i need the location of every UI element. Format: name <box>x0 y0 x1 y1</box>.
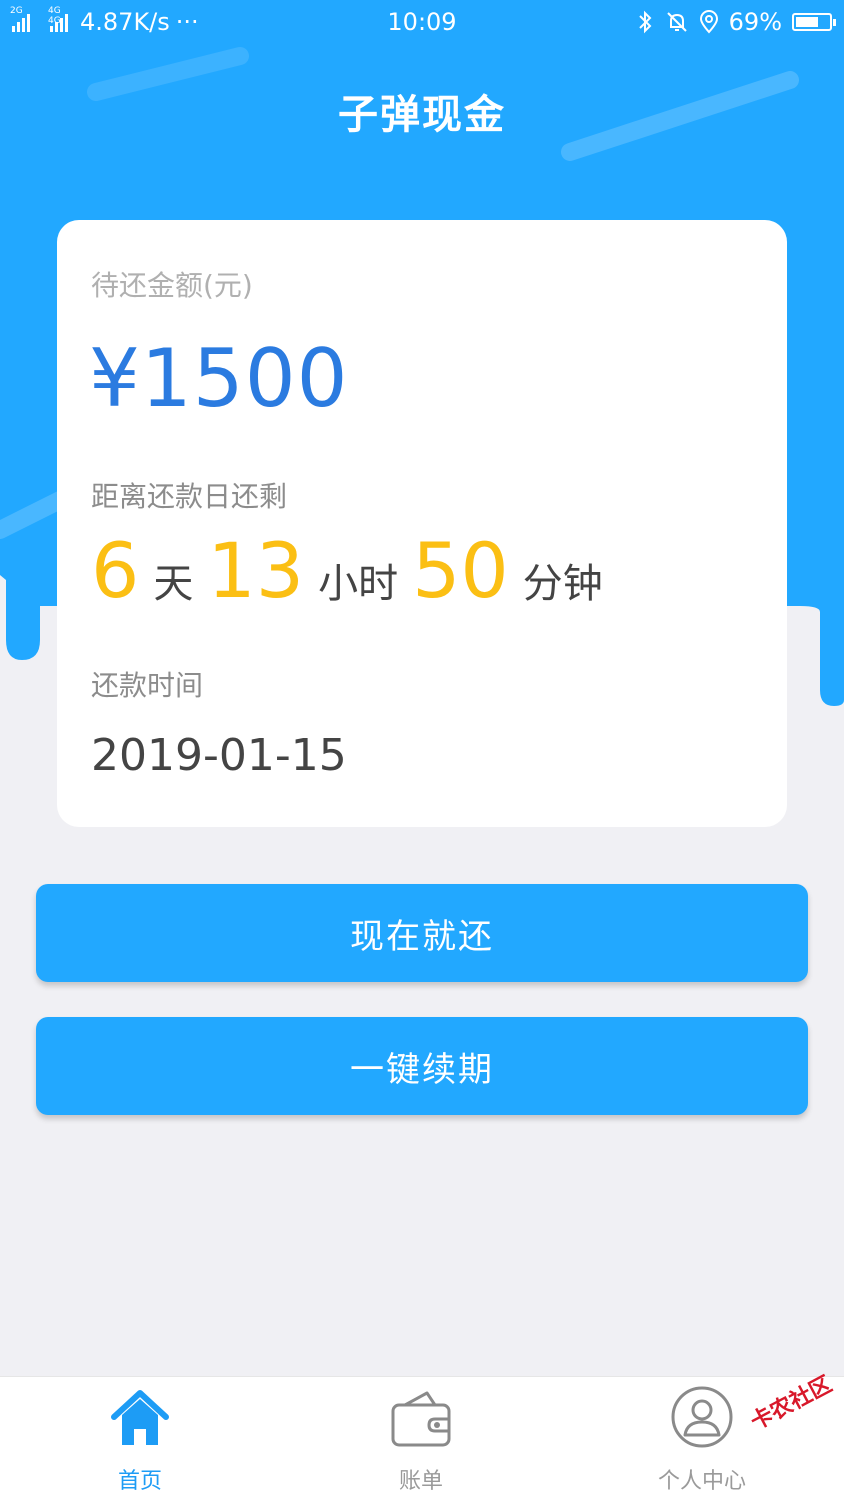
repay-now-button[interactable]: 现在就还 <box>36 884 808 982</box>
countdown: 6 天 13 小时 50 分钟 <box>91 526 617 615</box>
battery-fill <box>796 17 818 27</box>
countdown-days: 6 <box>91 526 140 615</box>
repayment-card: 待还金额(元) ¥1500 距离还款日还剩 6 天 13 小时 50 分钟 还款… <box>57 220 787 827</box>
countdown-minutes: 50 <box>412 526 509 615</box>
status-bar: 2G 4G 4G 4.87K/s ··· 10:09 69% <box>0 0 844 46</box>
countdown-hours: 13 <box>207 526 305 615</box>
status-right: 69% <box>635 8 836 36</box>
countdown-minutes-unit: 分钟 <box>522 561 603 607</box>
battery-percent: 69% <box>728 8 782 36</box>
mute-bell-icon <box>666 12 687 32</box>
home-icon <box>111 1390 169 1445</box>
tab-user-label: 个人中心 <box>657 1469 746 1494</box>
countdown-days-unit: 天 <box>153 561 194 607</box>
tab-home[interactable]: 首页 <box>40 1377 240 1501</box>
due-date-label: 还款时间 <box>91 669 204 702</box>
amount-value: ¥1500 <box>89 332 349 425</box>
bluetooth-icon <box>638 10 652 34</box>
user-icon <box>671 1386 733 1448</box>
tab-bill[interactable]: 账单 <box>321 1377 521 1501</box>
due-date-value: 2019-01-15 <box>91 730 347 781</box>
countdown-hours-unit: 小时 <box>318 561 399 607</box>
tab-home-label: 首页 <box>117 1469 162 1494</box>
bottom-tab-bar: 首页 账单 个人中心 <box>0 1376 844 1501</box>
page-title: 子弹现金 <box>338 92 506 138</box>
battery-icon <box>792 13 836 31</box>
extend-loan-button[interactable]: 一键续期 <box>36 1017 808 1115</box>
amount-label: 待还金额(元) <box>91 269 253 302</box>
tab-bill-label: 账单 <box>398 1469 443 1494</box>
remaining-label: 距离还款日还剩 <box>91 480 288 513</box>
location-icon <box>699 10 718 34</box>
wallet-icon <box>391 1391 451 1447</box>
